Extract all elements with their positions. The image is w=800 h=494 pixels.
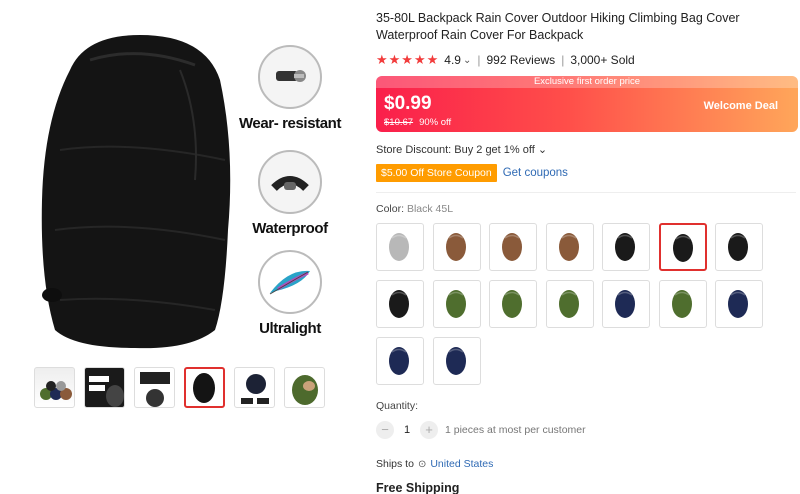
zipper-icon: [258, 45, 322, 109]
color-swatch-green[interactable]: [489, 280, 537, 328]
thumbnail[interactable]: [284, 367, 325, 408]
color-swatch-silver[interactable]: [376, 223, 424, 271]
divider: [376, 192, 796, 193]
quantity-value[interactable]: 1: [394, 424, 420, 436]
welcome-deal-badge: Welcome Deal: [703, 100, 778, 112]
chevron-down-icon[interactable]: ⌄: [463, 55, 471, 66]
original-price: $10.67: [384, 117, 414, 128]
thumbnail[interactable]: [134, 367, 175, 408]
color-swatch-brown[interactable]: [545, 223, 594, 271]
drawstring-icon: [258, 150, 322, 214]
rating-row: ★★★★★ 4.9 ⌄ | 992 Reviews | 3,000+ Sold: [376, 52, 796, 68]
sold-count: 3,000+ Sold: [570, 53, 635, 67]
color-swatch-navy[interactable]: [715, 280, 763, 328]
color-label: Color: Black 45L: [376, 203, 454, 215]
color-swatch-black[interactable]: [715, 223, 763, 271]
thumbnail[interactable]: [184, 367, 225, 408]
thumbnail[interactable]: [34, 367, 75, 408]
color-swatch-green[interactable]: [658, 280, 707, 328]
store-discount[interactable]: Store Discount: Buy 2 get 1% off ⌄: [376, 143, 796, 156]
color-swatch-black[interactable]: [658, 223, 707, 271]
main-product-image[interactable]: Wear- resistant Waterproof Ultralight: [10, 20, 355, 350]
thumbnail[interactable]: [234, 367, 275, 408]
quantity-limit-note: 1 pieces at most per customer: [445, 424, 586, 436]
feature-label: Ultralight: [259, 320, 321, 337]
thumbnail-strip: [34, 367, 325, 408]
reviews-link[interactable]: 992 Reviews: [486, 53, 555, 67]
ships-to-row: Ships to ⊙ United States: [376, 458, 796, 470]
decrease-quantity-button[interactable]: −: [376, 421, 394, 439]
destination-link[interactable]: United States: [430, 458, 493, 470]
selected-color: Black 45L: [406, 203, 454, 215]
color-swatch-navy[interactable]: [376, 337, 424, 385]
color-swatch-navy[interactable]: [602, 280, 650, 328]
store-coupon-badge[interactable]: $5.00 Off Store Coupon: [376, 164, 497, 182]
backpack-rain-cover-image: [41, 35, 231, 349]
quantity-label: Quantity:: [376, 400, 419, 412]
rating-value[interactable]: 4.9: [444, 53, 461, 67]
location-pin-icon: ⊙: [417, 458, 427, 470]
color-swatch-navy[interactable]: [432, 337, 481, 385]
discount-percent: 90% off: [419, 117, 452, 128]
coupon-row: $5.00 Off Store Coupon Get coupons: [376, 164, 796, 182]
get-coupons-link[interactable]: Get coupons: [503, 167, 568, 179]
feature-waterproof: Waterproof: [230, 150, 350, 237]
star-rating-icon: ★★★★★: [376, 52, 440, 67]
current-price: $0.99: [384, 93, 432, 114]
increase-quantity-button[interactable]: +: [420, 421, 438, 439]
color-swatch-green[interactable]: [432, 280, 481, 328]
quantity-stepper: − 1 + 1 pieces at most per customer: [376, 421, 796, 439]
color-swatch-brown[interactable]: [432, 223, 481, 271]
separator: |: [561, 53, 565, 67]
thumbnail[interactable]: [84, 367, 125, 408]
separator: |: [477, 53, 481, 67]
color-swatch-green[interactable]: [545, 280, 594, 328]
feather-icon: [258, 250, 322, 314]
feature-wear-resistant: Wear- resistant: [230, 45, 350, 132]
color-swatch-black[interactable]: [376, 280, 424, 328]
product-title: 35-80L Backpack Rain Cover Outdoor Hikin…: [376, 11, 740, 42]
feature-ultralight: Ultralight: [230, 250, 350, 337]
ships-to-label: Ships to: [376, 458, 414, 470]
exclusive-price-label: Exclusive first order price: [376, 76, 798, 88]
feature-label: Waterproof: [252, 220, 328, 237]
color-swatches: [376, 223, 796, 385]
price-banner: Exclusive first order price $0.99 $10.67…: [376, 76, 798, 132]
original-price-row: $10.67 90% off: [384, 117, 451, 128]
color-swatch-black[interactable]: [602, 223, 650, 271]
product-info: 35-80L Backpack Rain Cover Outdoor Hikin…: [376, 10, 798, 494]
color-swatch-brown[interactable]: [489, 223, 537, 271]
feature-label: Wear- resistant: [238, 115, 342, 132]
free-shipping-label: Free Shipping: [376, 481, 460, 494]
